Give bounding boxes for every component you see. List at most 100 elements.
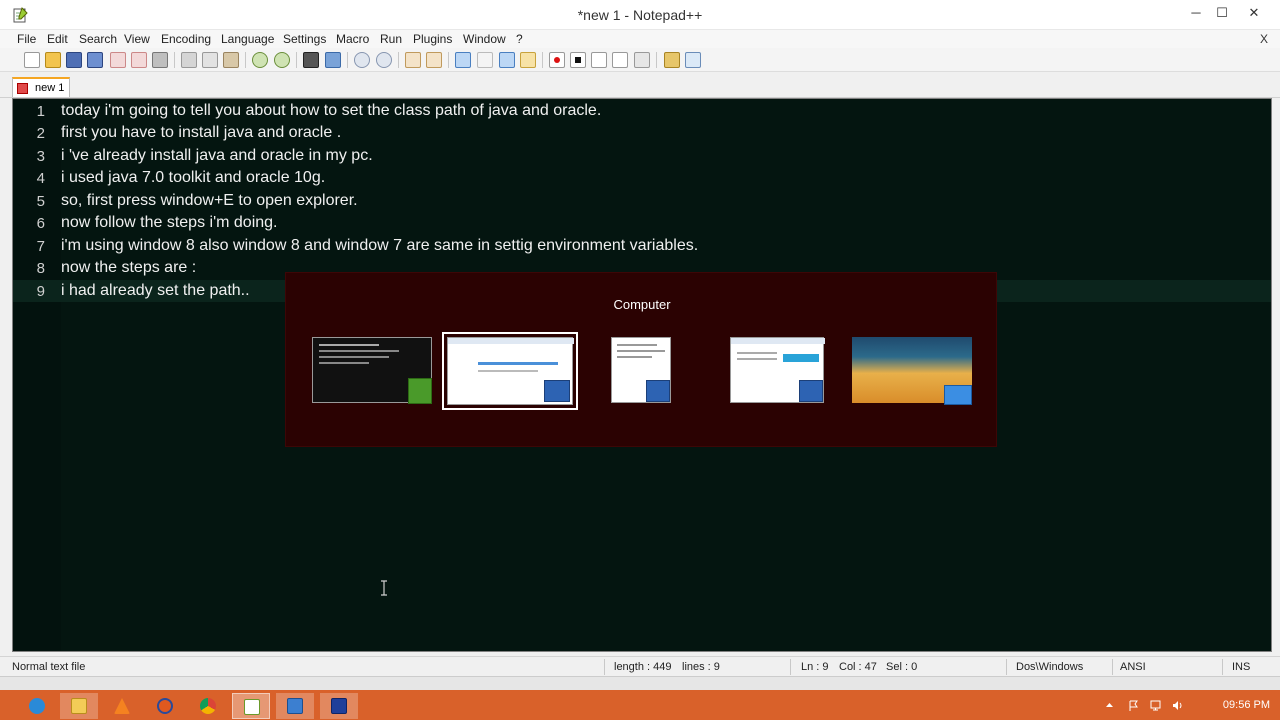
taskbar-notepad-plus-plus[interactable] bbox=[232, 693, 270, 719]
taskbar-chrome[interactable] bbox=[189, 693, 227, 719]
thumb-text-line bbox=[478, 370, 538, 372]
firefox-icon bbox=[157, 698, 173, 714]
taskbar-internet-explorer[interactable] bbox=[18, 693, 56, 719]
thumbnail-desktop[interactable] bbox=[852, 337, 972, 405]
menu-file[interactable]: File bbox=[17, 32, 36, 46]
zoom-out-icon[interactable] bbox=[376, 52, 392, 68]
run-macro-multiple-icon[interactable] bbox=[612, 52, 628, 68]
thumbnail-windows8-explorer[interactable] bbox=[730, 337, 825, 403]
line-text: now follow the steps i'm doing. bbox=[61, 214, 278, 231]
menu-plugins[interactable]: Plugins bbox=[413, 32, 452, 46]
line-number: 3 bbox=[36, 148, 45, 165]
toolbar-separator bbox=[542, 52, 543, 68]
file-explorer-icon bbox=[71, 698, 87, 714]
menu-view[interactable]: View bbox=[124, 32, 150, 46]
taskbar-sql-plus[interactable] bbox=[320, 693, 358, 719]
close-all-icon[interactable] bbox=[131, 52, 147, 68]
sync-vertical-icon[interactable] bbox=[405, 52, 421, 68]
menu-run[interactable]: Run bbox=[380, 32, 402, 46]
minimize-button[interactable]: ─ bbox=[1184, 4, 1208, 22]
close-icon[interactable] bbox=[110, 52, 126, 68]
maximize-button[interactable]: ☐ bbox=[1210, 4, 1234, 22]
taskbar-file-explorer[interactable] bbox=[60, 693, 98, 719]
unsaved-file-icon bbox=[17, 83, 28, 94]
fold-icon[interactable] bbox=[520, 52, 536, 68]
find-icon[interactable] bbox=[303, 52, 319, 68]
status-separator bbox=[1006, 659, 1007, 675]
close-document-button[interactable]: X bbox=[1260, 32, 1268, 46]
computer-icon bbox=[799, 380, 823, 402]
menu-macro[interactable]: Macro bbox=[336, 32, 369, 46]
thumb-ribbon bbox=[448, 338, 574, 344]
editor-line[interactable]: 4 i used java 7.0 toolkit and oracle 10g… bbox=[13, 167, 1271, 189]
tab-new-1[interactable]: new 1 bbox=[12, 77, 70, 97]
spell-check-icon[interactable] bbox=[685, 52, 701, 68]
menu-settings[interactable]: Settings bbox=[283, 32, 326, 46]
menu-window[interactable]: Window bbox=[463, 32, 506, 46]
action-center-flag-icon[interactable] bbox=[1128, 700, 1139, 711]
editor-line[interactable]: 3 i 've already install java and oracle … bbox=[13, 145, 1271, 167]
computer-icon bbox=[544, 380, 570, 402]
thumb-text-line bbox=[617, 344, 657, 346]
thumbnail-document[interactable] bbox=[611, 337, 671, 403]
replace-icon[interactable] bbox=[325, 52, 341, 68]
editor-line[interactable]: 6 now follow the steps i'm doing. bbox=[13, 212, 1271, 234]
save-all-icon[interactable] bbox=[87, 52, 103, 68]
sql-plus-icon bbox=[331, 698, 347, 714]
taskbar-vlc[interactable] bbox=[103, 693, 141, 719]
stop-macro-icon[interactable] bbox=[570, 52, 586, 68]
menu-encoding[interactable]: Encoding bbox=[161, 32, 211, 46]
new-file-icon[interactable] bbox=[24, 52, 40, 68]
thumbnail-explorer[interactable] bbox=[442, 332, 578, 410]
open-folder-icon[interactable] bbox=[664, 52, 680, 68]
task-switcher-overlay: Computer bbox=[285, 272, 997, 447]
status-separator bbox=[604, 659, 605, 675]
cut-icon[interactable] bbox=[181, 52, 197, 68]
sync-horizontal-icon[interactable] bbox=[426, 52, 442, 68]
switcher-title: Computer bbox=[613, 297, 671, 312]
open-file-icon[interactable] bbox=[45, 52, 61, 68]
taskbar-firefox[interactable] bbox=[146, 693, 184, 719]
show-hidden-icons-chevron-up-icon[interactable] bbox=[1104, 700, 1115, 711]
line-text: i had already set the path.. bbox=[61, 282, 250, 299]
play-macro-icon[interactable] bbox=[591, 52, 607, 68]
editor-line[interactable]: 2 first you have to install java and ora… bbox=[13, 122, 1271, 144]
network-icon[interactable] bbox=[1150, 700, 1161, 711]
save-macro-icon[interactable] bbox=[634, 52, 650, 68]
status-encoding: ANSI bbox=[1120, 661, 1146, 673]
record-macro-icon[interactable] bbox=[549, 52, 565, 68]
paste-icon[interactable] bbox=[223, 52, 239, 68]
line-text: today i'm going to tell you about how to… bbox=[61, 102, 602, 119]
menu-edit[interactable]: Edit bbox=[47, 32, 68, 46]
save-icon[interactable] bbox=[66, 52, 82, 68]
redo-icon[interactable] bbox=[274, 52, 290, 68]
taskbar-clock[interactable]: 09:56 PM bbox=[1190, 699, 1270, 711]
menu-bar: File Edit Search View Encoding Language … bbox=[0, 30, 1280, 48]
toolbar-separator bbox=[245, 52, 246, 68]
print-icon[interactable] bbox=[152, 52, 168, 68]
text-cursor-icon bbox=[381, 580, 387, 596]
explorer-status-strip bbox=[0, 676, 1280, 690]
editor-line[interactable]: 7 i'm using window 8 also window 8 and w… bbox=[13, 235, 1271, 257]
menu-help[interactable]: ? bbox=[516, 32, 523, 46]
menu-language[interactable]: Language bbox=[221, 32, 274, 46]
zoom-in-icon[interactable] bbox=[354, 52, 370, 68]
copy-icon[interactable] bbox=[202, 52, 218, 68]
status-file-type: Normal text file bbox=[12, 661, 86, 673]
thumbnail-command-prompt[interactable] bbox=[312, 337, 432, 404]
status-eol: Dos\Windows bbox=[1016, 661, 1084, 673]
indent-guide-icon[interactable] bbox=[499, 52, 515, 68]
close-window-button[interactable]: ✕ bbox=[1242, 4, 1266, 22]
word-wrap-icon[interactable] bbox=[455, 52, 471, 68]
thumb-progress bbox=[478, 362, 558, 365]
editor-line[interactable]: 1 today i'm going to tell you about how … bbox=[13, 100, 1271, 122]
menu-search[interactable]: Search bbox=[79, 32, 117, 46]
volume-icon[interactable] bbox=[1172, 700, 1183, 711]
thumb-text-line bbox=[319, 344, 379, 346]
show-all-chars-icon[interactable] bbox=[477, 52, 493, 68]
editor-line[interactable]: 5 so, first press window+E to open explo… bbox=[13, 190, 1271, 212]
taskbar-remote-desktop[interactable] bbox=[276, 693, 314, 719]
toolbar-separator bbox=[296, 52, 297, 68]
undo-icon[interactable] bbox=[252, 52, 268, 68]
thumb-text-line bbox=[319, 350, 399, 352]
